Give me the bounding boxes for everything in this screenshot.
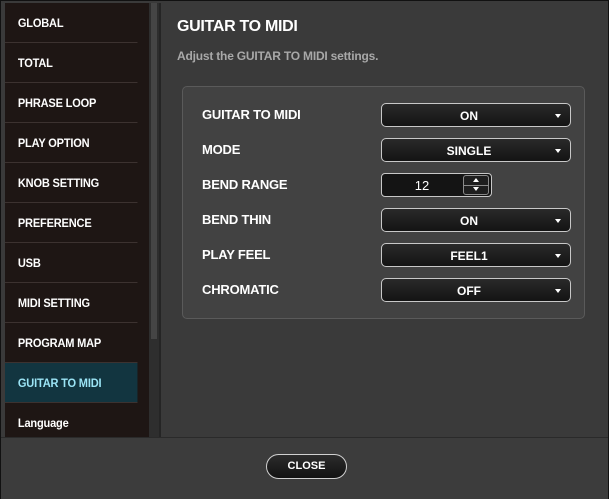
setting-label: PLAY FEEL bbox=[202, 247, 271, 262]
sidebar-item-language[interactable]: Language bbox=[5, 403, 137, 437]
setting-row-chromatic: CHROMATIC OFF bbox=[202, 278, 574, 302]
setting-label: GUITAR TO MIDI bbox=[202, 107, 301, 122]
settings-dialog: GLOBAL TOTAL PHRASE LOOP PLAY OPTION KNO… bbox=[0, 0, 609, 499]
setting-row-bend-thin: BEND THIN ON bbox=[202, 208, 574, 232]
settings-panel: GUITAR TO MIDI ON MODE SINGLE BEND RANGE… bbox=[182, 86, 585, 319]
setting-row-bend-range: BEND RANGE 12 bbox=[202, 173, 574, 197]
arrow-up-icon bbox=[473, 178, 479, 182]
sidebar-item-usb[interactable]: USB bbox=[5, 243, 138, 283]
dropdown-value: ON bbox=[460, 109, 478, 123]
dropdown-value: FEEL1 bbox=[450, 249, 488, 263]
decrement-button[interactable] bbox=[464, 185, 488, 194]
dialog-footer: CLOSE bbox=[1, 437, 608, 499]
close-button[interactable]: CLOSE bbox=[266, 454, 347, 479]
sidebar-item-program-map[interactable]: PROGRAM MAP bbox=[5, 323, 138, 363]
setting-row-guitar-to-midi: GUITAR TO MIDI ON bbox=[202, 103, 574, 127]
sidebar-item-guitar-to-midi[interactable]: GUITAR TO MIDI bbox=[5, 363, 138, 403]
scrollbar-thumb[interactable] bbox=[151, 3, 157, 339]
guitar-to-midi-dropdown[interactable]: ON bbox=[381, 103, 571, 127]
setting-row-play-feel: PLAY FEEL FEEL1 bbox=[202, 243, 574, 267]
sidebar-scrollbar[interactable] bbox=[149, 3, 159, 437]
chevron-down-icon bbox=[555, 114, 561, 118]
dropdown-value: SINGLE bbox=[446, 144, 492, 158]
sidebar-item-global[interactable]: GLOBAL bbox=[5, 3, 138, 43]
setting-row-mode: MODE SINGLE bbox=[202, 138, 574, 162]
sidebar-item-phrase-loop[interactable]: PHRASE LOOP bbox=[5, 83, 138, 123]
play-feel-dropdown[interactable]: FEEL1 bbox=[381, 243, 571, 267]
sidebar-item-midi-setting[interactable]: MIDI SETTING bbox=[5, 283, 138, 323]
setting-label: CHROMATIC bbox=[202, 282, 279, 297]
chevron-down-icon bbox=[555, 254, 561, 258]
bend-thin-dropdown[interactable]: ON bbox=[381, 208, 571, 232]
dropdown-value: OFF bbox=[457, 284, 481, 298]
sidebar-item-knob-setting[interactable]: KNOB SETTING bbox=[5, 163, 138, 203]
sidebar-item-total[interactable]: TOTAL bbox=[5, 43, 138, 83]
setting-label: BEND THIN bbox=[202, 212, 271, 227]
chevron-down-icon bbox=[555, 219, 561, 223]
arrow-down-icon bbox=[473, 187, 479, 191]
setting-label: MODE bbox=[202, 142, 241, 157]
stepper-buttons bbox=[463, 175, 489, 195]
chromatic-dropdown[interactable]: OFF bbox=[381, 278, 571, 302]
stepper-value[interactable]: 12 bbox=[382, 178, 462, 193]
mode-dropdown[interactable]: SINGLE bbox=[381, 138, 571, 162]
settings-content: GUITAR TO MIDI Adjust the GUITAR TO MIDI… bbox=[161, 3, 606, 437]
setting-label: BEND RANGE bbox=[202, 177, 288, 192]
page-title: GUITAR TO MIDI bbox=[177, 18, 298, 35]
page-subtitle: Adjust the GUITAR TO MIDI settings. bbox=[177, 49, 379, 63]
sidebar-item-play-option[interactable]: PLAY OPTION bbox=[5, 123, 138, 163]
chevron-down-icon bbox=[555, 289, 561, 293]
bend-range-stepper[interactable]: 12 bbox=[381, 173, 492, 197]
dropdown-value: ON bbox=[460, 214, 478, 228]
chevron-down-icon bbox=[555, 149, 561, 153]
settings-sidebar: GLOBAL TOTAL PHRASE LOOP PLAY OPTION KNO… bbox=[5, 3, 149, 437]
sidebar-item-preference[interactable]: PREFERENCE bbox=[5, 203, 138, 243]
